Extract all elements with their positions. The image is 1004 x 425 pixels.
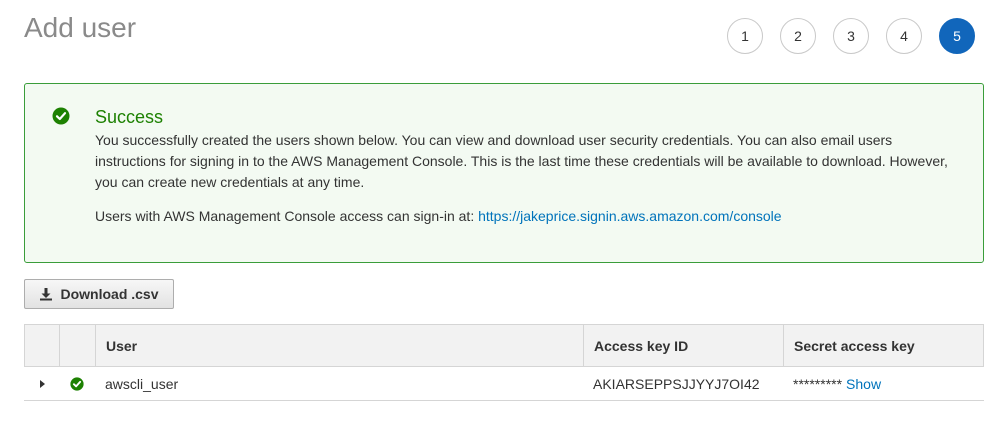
show-secret-link[interactable]: Show [846,376,881,392]
expand-row-toggle[interactable] [24,367,59,400]
row-status [59,367,95,400]
step-5[interactable]: 5 [939,18,975,54]
user-name: awscli_user [105,375,179,392]
caret-right-icon [39,379,45,388]
header-expand [25,325,60,366]
console-signin-link[interactable]: https://jakeprice.signin.aws.amazon.com/… [478,208,781,224]
alert-message: You successfully created the users shown… [95,132,948,190]
download-csv-button[interactable]: Download .csv [24,279,174,309]
secret-access-key: ********* Show [783,367,984,400]
step-3[interactable]: 3 [833,18,869,54]
header-user: User [96,325,584,366]
secret-masked: ********* [793,375,843,392]
check-circle-icon [70,376,84,391]
table-row: awscli_user AKIARSEPPSJJYYJ7OI42 *******… [24,367,984,401]
download-csv-label: Download .csv [60,286,159,302]
step-4[interactable]: 4 [886,18,922,54]
header-status [60,325,96,366]
access-key-id: AKIARSEPPSJJYYJ7OI42 [593,375,760,392]
success-alert: Success You successfully created the use… [24,83,984,263]
step-indicator: 1 2 3 4 5 [727,18,975,54]
step-2[interactable]: 2 [780,18,816,54]
check-circle-icon [52,107,70,125]
step-1[interactable]: 1 [727,18,763,54]
table-header: User Access key ID Secret access key [24,324,984,367]
page-title: Add user [24,12,137,43]
users-table: User Access key ID Secret access key aws… [24,324,984,401]
console-signin-text: Users with AWS Management Console access… [95,208,475,224]
download-icon [40,288,53,301]
header-access-key-id: Access key ID [584,325,784,366]
header-secret-access-key: Secret access key [794,337,915,354]
alert-title: Success [95,107,164,127]
console-signin-info: Users with AWS Management Console access… [95,208,782,224]
